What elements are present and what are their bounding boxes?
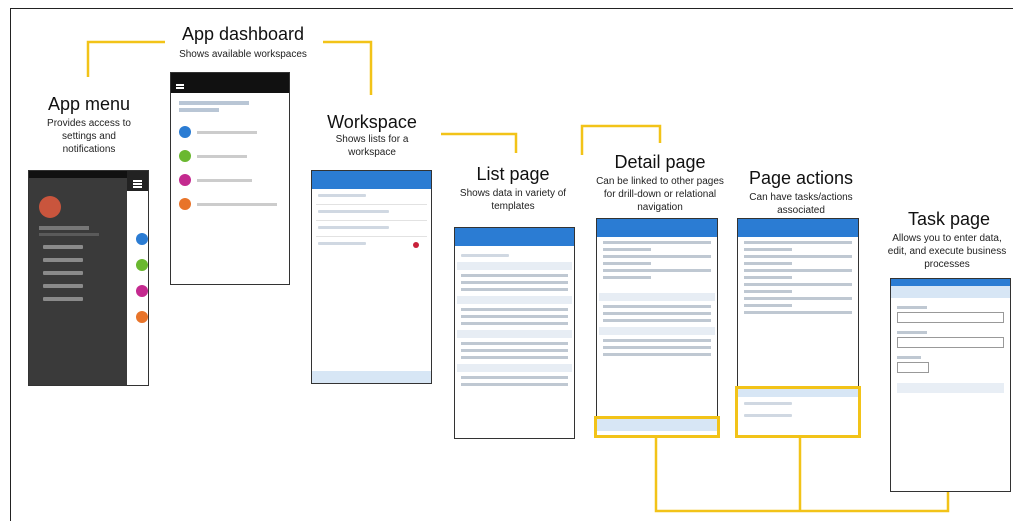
connector-list-to-detail: [580, 124, 662, 155]
phone-workspace: [311, 170, 432, 384]
list-header: [455, 235, 574, 246]
detail-header: [738, 226, 858, 237]
workspace-header: [312, 178, 431, 189]
list-link[interactable]: [318, 226, 390, 229]
status-bar: [29, 171, 127, 178]
submit-button[interactable]: [897, 383, 1004, 393]
phone-task-page: [890, 278, 1011, 492]
avatar[interactable]: [39, 196, 61, 218]
stage-desc-page-actions: Can have tasks/actions associated: [749, 192, 853, 216]
hamburger-icon[interactable]: [127, 171, 148, 191]
connector-dashboard-to-menu: [86, 40, 165, 77]
menu-item[interactable]: [43, 297, 83, 301]
task-field[interactable]: [897, 337, 1004, 348]
actions-highlight: [594, 416, 720, 438]
page-actions-highlight: [735, 386, 861, 438]
stage-title-detail-page: Detail page: [614, 152, 706, 172]
workspace-tile[interactable]: [179, 174, 289, 186]
stage-desc-detail-page: Can be linked to other pages for drill-d…: [596, 176, 724, 213]
connector-workspace-to-list: [441, 132, 518, 153]
task-header: [891, 286, 1010, 298]
list-group-header: [457, 262, 572, 270]
stage-title-app-menu: App menu: [47, 94, 131, 114]
workspace-tile-icon: [136, 311, 148, 323]
detail-section: [599, 327, 715, 335]
stage-title-app-dashboard: App dashboard: [181, 24, 305, 44]
stage-title-list-page: List page: [476, 164, 550, 184]
list-link[interactable]: [318, 194, 366, 197]
stage-desc-app-dashboard: Shows available workspaces: [179, 49, 307, 60]
dashboard-header: [171, 80, 289, 93]
task-field[interactable]: [897, 312, 1004, 323]
app-menu-panel: [29, 171, 127, 385]
stage-desc-task-page: Allows you to enter data, edit, and exec…: [887, 233, 1007, 270]
stage-desc-app-menu: Provides access to settings and notifica…: [47, 118, 131, 155]
list-group-header: [457, 364, 572, 372]
phone-app-dashboard: [170, 72, 290, 285]
menu-item[interactable]: [43, 245, 83, 249]
stage-title-task-page: Task page: [907, 209, 991, 229]
list-group-header: [457, 296, 572, 304]
task-field[interactable]: [897, 362, 929, 373]
workspace-tile-icon: [136, 233, 148, 245]
detail-section: [599, 293, 715, 301]
phone-detail-page: [596, 218, 718, 436]
list-group-header: [457, 330, 572, 338]
stage-title-workspace: Workspace: [327, 112, 417, 132]
workspace-tile-icon: [136, 285, 148, 297]
workspace-tile[interactable]: [179, 150, 289, 162]
stage-title-page-actions: Page actions: [748, 168, 854, 188]
list-link[interactable]: [318, 242, 366, 245]
phone-app-menu: [28, 170, 149, 386]
detail-header: [597, 226, 717, 237]
count-badge: [413, 242, 419, 248]
hamburger-icon[interactable]: [176, 84, 184, 86]
stage-desc-list-page: Shows data in variety of templates: [459, 188, 567, 212]
workspace-tile[interactable]: [179, 198, 289, 210]
actions-bar[interactable]: [312, 371, 431, 383]
menu-item[interactable]: [43, 271, 83, 275]
stage-desc-workspace: Shows lists for a workspace: [335, 134, 409, 158]
workspace-tile-icon: [136, 259, 148, 271]
menu-item[interactable]: [43, 258, 83, 262]
menu-item[interactable]: [43, 284, 83, 288]
list-link[interactable]: [318, 210, 390, 213]
workspace-tile[interactable]: [179, 126, 289, 138]
phone-list-page: [454, 227, 575, 439]
